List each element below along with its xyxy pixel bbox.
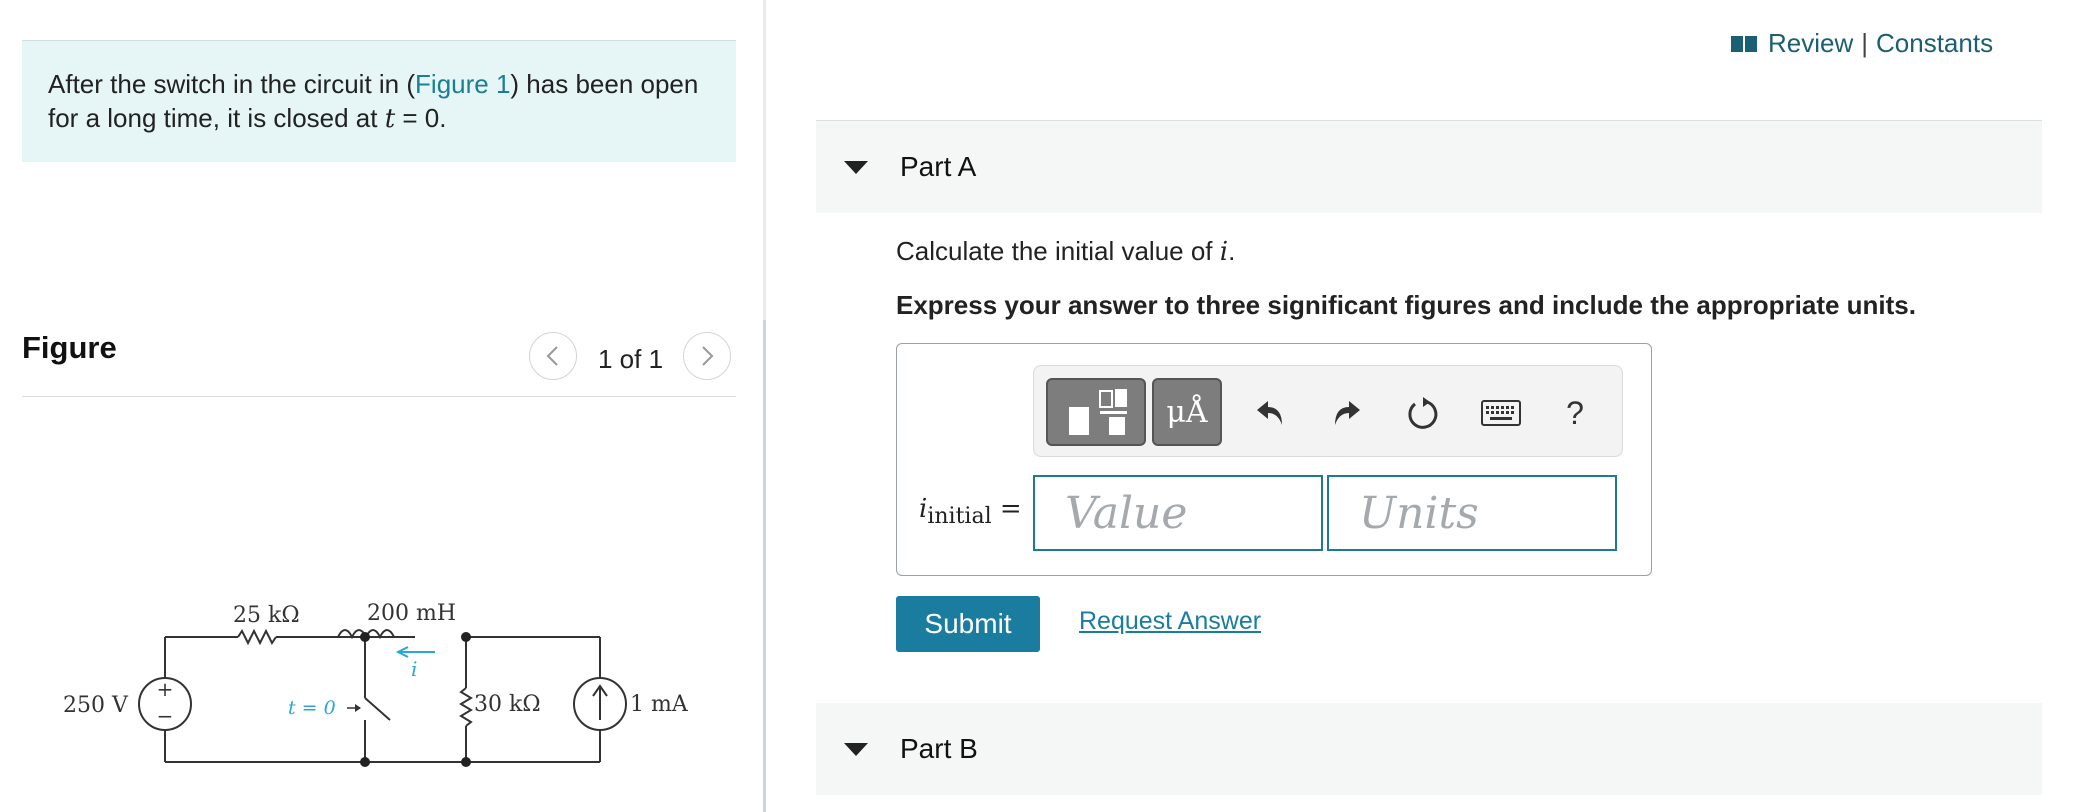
resistor-25k-symbol bbox=[237, 628, 277, 646]
value-input[interactable] bbox=[1033, 475, 1323, 551]
question-prefix: Calculate the initial value of bbox=[896, 236, 1220, 266]
switch-label: t = 0 bbox=[288, 697, 336, 719]
units-input[interactable] bbox=[1327, 475, 1617, 551]
source-voltage-label: 250 V bbox=[63, 693, 129, 718]
minus-sign: − bbox=[157, 704, 174, 728]
switch-blade bbox=[364, 697, 391, 721]
plus-sign: + bbox=[157, 677, 174, 701]
templates-icon bbox=[1069, 389, 1127, 435]
undo-icon bbox=[1257, 401, 1282, 425]
redo-icon bbox=[1335, 401, 1360, 425]
current-arrow bbox=[395, 646, 435, 658]
question-variable: i bbox=[1219, 237, 1229, 267]
answer-instruction: Express your answer to three significant… bbox=[896, 290, 1916, 320]
equals-sign: = bbox=[991, 494, 1022, 524]
keyboard-icon bbox=[1481, 400, 1521, 426]
figure-link[interactable]: Figure 1 bbox=[415, 69, 510, 99]
review-constants-links: Review | Constants bbox=[1730, 28, 1993, 59]
review-link[interactable]: Review bbox=[1768, 28, 1853, 59]
request-answer-link[interactable]: Request Answer bbox=[1079, 607, 1261, 636]
current-source-label: 1 mA bbox=[630, 692, 689, 717]
units-button[interactable]: μÅ bbox=[1152, 378, 1222, 446]
answer-variable-label: iinitial = bbox=[919, 494, 1022, 529]
chevron-right-icon bbox=[702, 346, 714, 366]
left-panel: After the switch in the circuit in (Figu… bbox=[0, 0, 765, 812]
submit-button[interactable]: Submit bbox=[896, 596, 1040, 652]
next-figure-button[interactable] bbox=[683, 332, 731, 380]
panel-scrollbar[interactable] bbox=[763, 320, 766, 812]
answer-variable-subscript: initial bbox=[927, 504, 992, 529]
figure-divider bbox=[22, 396, 736, 397]
circuit-diagram: + − 250 V 25 kΩ 200 mH i t = 0 30 kΩ 1 m… bbox=[63, 601, 689, 767]
resistor-30k-symbol bbox=[459, 687, 473, 727]
answer-panel: μÅ ? iinitial = Value Units bbox=[896, 343, 1652, 576]
reset-icon bbox=[1408, 397, 1438, 429]
intro-variable: t bbox=[384, 104, 396, 134]
question-text: Calculate the initial value of i. bbox=[896, 236, 1235, 267]
part-b-header[interactable]: Part B bbox=[816, 703, 2042, 795]
reset-button[interactable] bbox=[1398, 388, 1448, 438]
keyboard-button[interactable] bbox=[1472, 388, 1530, 438]
redo-button[interactable] bbox=[1321, 388, 1371, 438]
intro-text-start: After the switch in the circuit in ( bbox=[48, 69, 416, 99]
inductor-label: 200 mH bbox=[367, 601, 456, 626]
templates-button[interactable] bbox=[1046, 378, 1146, 446]
constants-link[interactable]: Constants bbox=[1876, 28, 1993, 59]
part-b-title: Part B bbox=[900, 733, 978, 764]
part-a-header[interactable]: Part A bbox=[816, 121, 2042, 213]
chevron-left-icon bbox=[546, 346, 558, 366]
figure-count: 1 of 1 bbox=[598, 344, 664, 374]
figure-title: Figure bbox=[22, 330, 117, 365]
help-button[interactable]: ? bbox=[1550, 388, 1600, 438]
previous-figure-button[interactable] bbox=[529, 332, 577, 380]
current-label: i bbox=[411, 657, 417, 681]
problem-intro: After the switch in the circuit in (Figu… bbox=[22, 40, 736, 162]
question-suffix: . bbox=[1228, 236, 1236, 266]
intro-equation: = 0. bbox=[395, 103, 447, 133]
part-a-title: Part A bbox=[900, 151, 977, 182]
collapse-triangle-icon bbox=[844, 160, 868, 174]
link-separator: | bbox=[1861, 28, 1869, 58]
undo-button[interactable] bbox=[1246, 388, 1296, 438]
collapse-triangle-icon bbox=[844, 742, 868, 756]
resistor-30k-label: 30 kΩ bbox=[474, 692, 541, 717]
resistor-25k-label: 25 kΩ bbox=[233, 603, 300, 628]
math-toolbar: μÅ ? bbox=[1033, 365, 1623, 457]
book-icon bbox=[1731, 35, 1757, 52]
